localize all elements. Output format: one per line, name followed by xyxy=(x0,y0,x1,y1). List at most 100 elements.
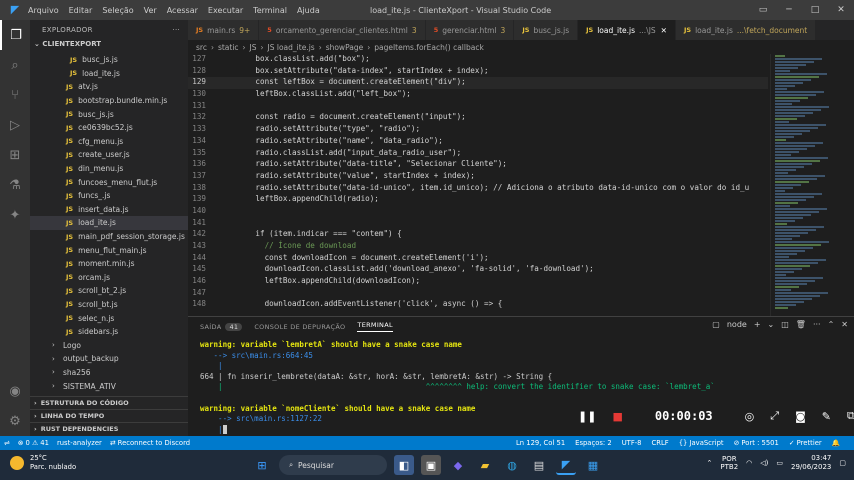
status-right-2[interactable]: UTF-8 xyxy=(622,439,642,447)
close-button[interactable]: ✕ xyxy=(828,0,854,20)
status-right-3[interactable]: CRLF xyxy=(652,439,669,447)
list-item[interactable]: JS orcam.js xyxy=(30,271,188,285)
list-item[interactable]: › Logo xyxy=(30,338,188,352)
tab-4[interactable]: JS load_ite.js ...\JS ✕ xyxy=(578,20,676,40)
widgets-icon[interactable]: ◧ xyxy=(394,455,414,475)
list-item[interactable]: JS moment.min.js xyxy=(30,257,188,271)
breadcrumb-item[interactable]: › xyxy=(367,43,370,52)
breadcrumb-item[interactable]: pageItems.forEach() callback xyxy=(374,43,484,52)
more-icon[interactable]: ··· xyxy=(172,26,180,34)
status-left-2[interactable]: ⇄ Reconnect to Discord xyxy=(110,439,190,447)
list-item[interactable]: JS main_pdf_session_storage.js xyxy=(30,230,188,244)
list-item[interactable]: JS scroll_bt_2.js xyxy=(30,284,188,298)
list-item[interactable]: › SISTEMA_ATIV xyxy=(30,379,188,393)
tab-terminal[interactable]: TERMINAL xyxy=(357,321,393,332)
pen-icon[interactable]: ✎ xyxy=(822,410,831,423)
menu-item-2[interactable]: Seleção xyxy=(102,6,133,15)
list-item[interactable]: JS insert_data.js xyxy=(30,203,188,217)
search-icon[interactable]: ⌕ xyxy=(0,50,30,80)
list-item[interactable]: JS busc_js.js xyxy=(30,107,188,121)
tab-debug-console[interactable]: CONSOLE DE DEPURAÇÃO xyxy=(254,323,345,331)
list-item[interactable]: JS sidebars.js xyxy=(30,325,188,339)
tab-output[interactable]: SAÍDA 41 xyxy=(200,322,243,331)
list-item[interactable]: › output_backup xyxy=(30,352,188,366)
list-item[interactable]: › sha256 xyxy=(30,366,188,380)
camera-icon[interactable]: ◙ xyxy=(795,410,806,423)
store-icon[interactable]: ▤ xyxy=(529,455,549,475)
maximize-panel-icon[interactable]: ⌃ xyxy=(828,320,835,329)
menu-item-1[interactable]: Editar xyxy=(69,6,93,15)
menu-item-7[interactable]: Ajuda xyxy=(297,6,320,15)
list-item[interactable]: JS din_menu.js xyxy=(30,162,188,176)
list-item[interactable]: JS funcoes_menu_flut.js xyxy=(30,175,188,189)
volume-icon[interactable]: ◁) xyxy=(760,459,768,467)
split-terminal-icon[interactable]: ◫ xyxy=(781,320,789,329)
python-icon[interactable]: ✦ xyxy=(0,200,30,230)
list-item[interactable]: JS create_user.js xyxy=(30,148,188,162)
clock[interactable]: 03:47 29/06/2023 xyxy=(791,454,831,472)
breadcrumb-item[interactable]: › xyxy=(319,43,322,52)
more-icon[interactable]: ··· xyxy=(813,320,821,329)
settings-gear-icon[interactable]: ⚙ xyxy=(0,406,30,436)
maximize-button[interactable]: □ xyxy=(802,0,828,20)
vscode-taskbar-icon[interactable]: ◤ xyxy=(556,455,576,475)
tab-1[interactable]: 5 orcamento_gerenciar_clientes.html 3 xyxy=(259,20,426,40)
stop-icon[interactable]: ■ xyxy=(612,410,622,423)
battery-icon[interactable]: ▭ xyxy=(776,459,783,467)
rust-dependencies-section[interactable]: › RUST DEPENDENCIES xyxy=(30,422,188,435)
task-view-icon[interactable]: ▣ xyxy=(421,455,441,475)
menu-item-0[interactable]: Arquivo xyxy=(28,6,59,15)
list-item[interactable]: JS ce0639bc52.js xyxy=(30,121,188,135)
taskbar-search[interactable]: ⌕ Pesquisar xyxy=(279,455,387,475)
weather-widget[interactable]: 25°C Parc. nublado xyxy=(10,454,76,472)
menu-item-3[interactable]: Ver xyxy=(144,6,157,15)
breadcrumb-item[interactable]: showPage xyxy=(326,43,364,52)
tab-0[interactable]: JS main.rs 9+ xyxy=(188,20,260,40)
explorer-icon[interactable]: ❐ xyxy=(0,20,30,50)
list-item[interactable]: JS selec_n.js xyxy=(30,311,188,325)
windows-start-icon[interactable]: ⊞ xyxy=(252,455,272,475)
testing-icon[interactable]: ⚗ xyxy=(0,170,30,200)
status-left-0[interactable]: ⊗ 0 ⚠ 41 xyxy=(18,439,49,447)
tab-3[interactable]: JS busc_js.js xyxy=(514,20,579,40)
app-icon[interactable]: ▦ xyxy=(583,455,603,475)
edge-icon[interactable]: ◍ xyxy=(502,455,522,475)
trash-icon[interactable]: 🗑 xyxy=(796,320,806,329)
teams-icon[interactable]: ◆ xyxy=(448,455,468,475)
chevron-up-icon[interactable]: ⌃ xyxy=(707,459,713,467)
minimap[interactable] xyxy=(770,54,854,316)
shell-name[interactable]: node xyxy=(727,320,747,329)
tab-2[interactable]: 5 gerenciar.html 3 xyxy=(425,20,515,40)
list-item[interactable]: JS busc_js.js xyxy=(30,53,188,67)
status-right-1[interactable]: Espaços: 2 xyxy=(575,439,612,447)
list-item[interactable]: JS load_ite.js xyxy=(30,67,188,81)
list-item[interactable]: JS bootstrap.bundle.min.js xyxy=(30,94,188,108)
list-item[interactable]: JS atv.js xyxy=(30,80,188,94)
breadcrumb-item[interactable]: JS load_ite.js xyxy=(268,43,315,52)
account-icon[interactable]: ◉ xyxy=(0,376,30,406)
file-explorer-icon[interactable]: ▰ xyxy=(475,455,495,475)
workspace-root[interactable]: ⌄ CLIENTEXPORT xyxy=(30,40,188,53)
layout-icon[interactable]: ▭ xyxy=(750,0,776,20)
extensions-icon[interactable]: ⊞ xyxy=(0,140,30,170)
status-right-0[interactable]: Ln 129, Col 51 xyxy=(516,439,565,447)
bell-icon[interactable]: 🔔 xyxy=(832,439,840,447)
window-icon[interactable]: ⧉ xyxy=(847,409,854,423)
chevron-down-icon[interactable]: ⌄ xyxy=(768,320,775,329)
minimize-button[interactable]: ─ xyxy=(776,0,802,20)
fullscreen-icon[interactable]: ⤢ xyxy=(770,409,779,423)
target-icon[interactable]: ◎ xyxy=(745,410,755,423)
tab-5[interactable]: JS load_ite.js ...\fetch_document xyxy=(675,20,817,40)
remote-icon[interactable]: ⇌ xyxy=(4,439,10,447)
status-right-5[interactable]: ⊘ Port : 5501 xyxy=(734,439,779,447)
notification-icon[interactable]: ▢ xyxy=(839,459,846,467)
breadcrumb-item[interactable]: › xyxy=(243,43,246,52)
breadcrumb-item[interactable]: JS xyxy=(250,43,257,52)
list-item[interactable]: JS menu_flut_main.js xyxy=(30,243,188,257)
status-left-1[interactable]: rust-analyzer xyxy=(57,439,102,447)
outline-section[interactable]: › ESTRUTURA DO CÓDIGO xyxy=(30,396,188,409)
close-panel-icon[interactable]: ✕ xyxy=(841,320,848,329)
breadcrumb-item[interactable]: static xyxy=(218,43,239,52)
timeline-section[interactable]: › LINHA DO TEMPO xyxy=(30,409,188,422)
status-right-4[interactable]: {} JavaScript xyxy=(679,439,724,447)
